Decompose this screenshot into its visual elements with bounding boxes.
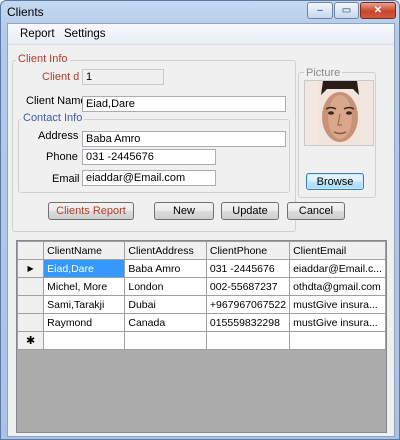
client-name-label: Client Name	[26, 95, 87, 107]
table-row[interactable]: Raymond Canada 015559832298 mustGive ins…	[16, 313, 386, 332]
clients-table: ClientName ClientAddress ClientPhone Cli…	[16, 241, 386, 350]
column-header-client-name[interactable]: ClientName	[43, 241, 126, 260]
table-row[interactable]: ▶ Eiad,Dare Baba Amro 031 -2445676 eiadd…	[16, 259, 386, 278]
column-header-client-phone[interactable]: ClientPhone	[205, 241, 291, 260]
phone-field[interactable]: 031 -2445676	[82, 149, 216, 165]
grid-cell[interactable]: mustGive insura...	[289, 313, 386, 332]
address-field[interactable]: Baba Amro	[82, 131, 286, 147]
grid-cell[interactable]	[205, 331, 291, 350]
browse-button[interactable]: Browse	[306, 173, 364, 190]
new-row-icon[interactable]: ✱	[16, 331, 45, 350]
table-row[interactable]: Sami,Tarakji Dubai +967967067522 mustGiv…	[16, 295, 386, 314]
column-header-client-email[interactable]: ClientEmail	[289, 241, 386, 260]
grid-cell[interactable]	[124, 331, 207, 350]
grid-cell[interactable]: Eiad,Dare	[43, 259, 126, 278]
grid-cell[interactable]: eiaddar@Email.c...	[289, 259, 386, 278]
grid-cell[interactable]: London	[124, 277, 207, 296]
grid-cell[interactable]: mustGive insura...	[289, 295, 386, 314]
minimize-button[interactable]: –	[307, 2, 333, 19]
menu-bar: Report Settings	[8, 24, 394, 45]
grid-cell[interactable]	[289, 331, 386, 350]
grid-cell[interactable]: othdta@gmail.com	[289, 277, 386, 296]
row-header[interactable]	[16, 313, 45, 332]
client-area: Report Settings Client Info Client d 1 C…	[7, 23, 395, 437]
maximize-icon: ▭	[341, 5, 352, 16]
grid-cell[interactable]: 002-55687237	[205, 277, 291, 296]
close-icon: ✕	[373, 5, 383, 16]
grid-header-row: ClientName ClientAddress ClientPhone Cli…	[16, 241, 386, 260]
face-image	[305, 81, 373, 145]
menu-report[interactable]: Report	[20, 28, 55, 40]
maximize-button[interactable]: ▭	[334, 2, 359, 19]
window-title: Clients	[7, 5, 44, 19]
grid-cell[interactable]: Raymond	[43, 313, 126, 332]
title-bar[interactable]: Clients – ▭ ✕	[1, 1, 399, 23]
menu-settings[interactable]: Settings	[64, 28, 106, 40]
row-header-corner	[16, 241, 45, 260]
cancel-button[interactable]: Cancel	[287, 202, 345, 220]
picture-label: Picture	[304, 67, 343, 79]
client-name-field[interactable]: Eiad,Dare	[82, 96, 286, 112]
clients-report-button[interactable]: Clients Report	[48, 202, 134, 220]
contact-info-label: Contact Info	[21, 112, 85, 124]
new-row[interactable]: ✱	[16, 331, 386, 350]
client-photo	[304, 80, 374, 146]
grid-cell[interactable]	[43, 331, 126, 350]
update-button[interactable]: Update	[221, 202, 279, 220]
grid-cell[interactable]: 015559832298	[205, 313, 291, 332]
grid-cell[interactable]: 031 -2445676	[205, 259, 291, 278]
email-label: Email	[52, 173, 80, 185]
address-label: Address	[38, 130, 79, 142]
email-field[interactable]: eiaddar@Email.com	[82, 170, 216, 186]
clients-grid[interactable]: ClientName ClientAddress ClientPhone Cli…	[16, 240, 387, 433]
client-info-label: Client Info	[16, 53, 70, 65]
minimize-icon: –	[317, 5, 323, 16]
current-row-icon[interactable]: ▶	[16, 259, 45, 278]
new-button[interactable]: New	[154, 202, 214, 220]
row-header[interactable]	[16, 277, 45, 296]
grid-cell[interactable]: +967967067522	[205, 295, 291, 314]
grid-cell[interactable]: Sami,Tarakji	[43, 295, 126, 314]
grid-cell[interactable]: Dubai	[124, 295, 207, 314]
row-header[interactable]	[16, 295, 45, 314]
client-id-field[interactable]: 1	[82, 69, 164, 85]
column-header-client-address[interactable]: ClientAddress	[124, 241, 207, 260]
client-id-label: Client d	[42, 71, 80, 83]
phone-label: Phone	[46, 151, 78, 163]
close-button[interactable]: ✕	[360, 2, 396, 19]
grid-cell[interactable]: Baba Amro	[124, 259, 207, 278]
grid-cell[interactable]: Michel, More	[43, 277, 126, 296]
clients-window: Clients – ▭ ✕ Report Settings Client Inf…	[0, 0, 400, 440]
grid-cell[interactable]: Canada	[124, 313, 207, 332]
table-row[interactable]: Michel, More London 002-55687237 othdta@…	[16, 277, 386, 296]
